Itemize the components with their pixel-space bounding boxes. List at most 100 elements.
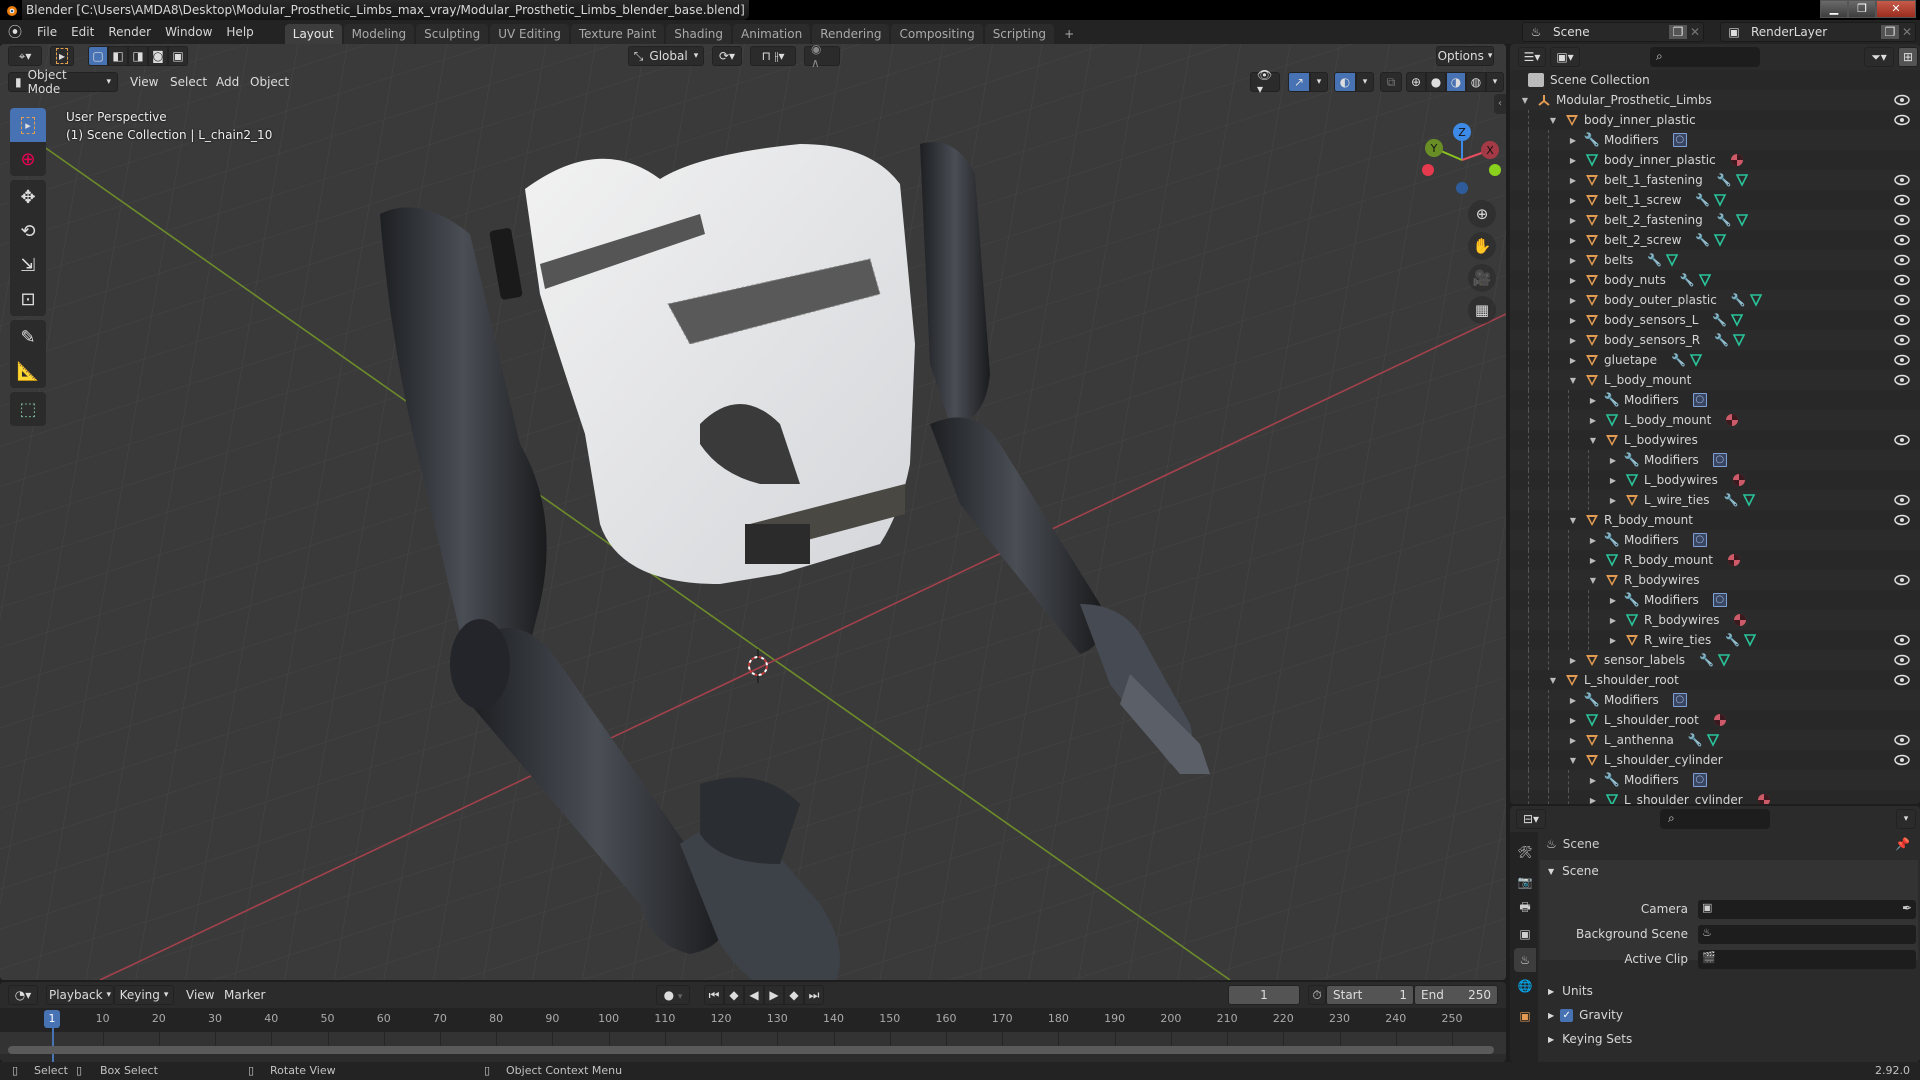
- outliner-row[interactable]: ▼ R_bodywires: [1510, 570, 1920, 590]
- active-tool-button[interactable]: ▸: [50, 46, 74, 66]
- visibility-eye-icon[interactable]: [1894, 253, 1910, 267]
- visibility-eye-icon[interactable]: [1894, 213, 1910, 227]
- outliner-row[interactable]: ▶ belt_1_fastening 🔧: [1510, 170, 1920, 190]
- menu-help[interactable]: Help: [219, 20, 260, 44]
- collapsed-arrow-icon[interactable]: ▶: [1568, 156, 1578, 165]
- outliner-row[interactable]: ▶ 🔧 Modifiers ○: [1510, 450, 1920, 470]
- outliner-row[interactable]: ▼ L_body_mount: [1510, 370, 1920, 390]
- expanded-arrow-icon[interactable]: ▼: [1568, 376, 1578, 385]
- outliner-row[interactable]: ▼ R_body_mount: [1510, 510, 1920, 530]
- tab-view-layer[interactable]: ▣: [1514, 922, 1536, 946]
- end-frame-field[interactable]: End 250: [1414, 985, 1498, 1005]
- pivot-point-dropdown[interactable]: ⟳▾: [712, 46, 742, 66]
- outliner-row[interactable]: ▶ R_body_mount: [1510, 550, 1920, 570]
- workspace-tab-shading[interactable]: Shading: [666, 24, 731, 44]
- outliner-row[interactable]: ▶ R_bodywires: [1510, 610, 1920, 630]
- eyedropper-icon[interactable]: ✒: [1902, 901, 1912, 915]
- xray-toggle[interactable]: ⧉: [1380, 72, 1402, 92]
- material-icon[interactable]: [1713, 713, 1727, 727]
- visibility-eye-icon[interactable]: [1894, 273, 1910, 287]
- modifier-wrench-icon[interactable]: 🔧: [1725, 633, 1740, 647]
- collapsed-arrow-icon[interactable]: ▶: [1568, 216, 1578, 225]
- mesh-data-icon[interactable]: [1706, 733, 1720, 747]
- modifier-wrench-icon[interactable]: 🔧: [1680, 273, 1695, 287]
- mesh-data-icon[interactable]: [1713, 233, 1727, 247]
- timeline-scrollbar[interactable]: [8, 1046, 1494, 1054]
- outliner-row[interactable]: ▼ L_shoulder_root: [1510, 670, 1920, 690]
- gizmo-neg-z-axis[interactable]: [1456, 182, 1468, 194]
- material-icon[interactable]: [1727, 553, 1741, 567]
- workspace-tab-modeling[interactable]: Modeling: [343, 24, 415, 44]
- outliner-row[interactable]: ▶ L_shoulder_cylinder: [1510, 790, 1920, 804]
- collapsed-arrow-icon[interactable]: ▶: [1588, 416, 1598, 425]
- collapsed-arrow-icon[interactable]: ▶: [1568, 716, 1578, 725]
- keying-sets-panel-header[interactable]: ▶ Keying Sets: [1540, 1028, 1918, 1050]
- copy-scene-icon[interactable]: ❐: [1669, 25, 1687, 39]
- outliner-scene-collection[interactable]: Scene Collection: [1510, 70, 1920, 90]
- filter-dropdown[interactable]: ⏷▾: [1864, 47, 1894, 67]
- modifier-wrench-icon[interactable]: 🔧: [1647, 253, 1662, 267]
- modifier-stack-icon[interactable]: ○: [1692, 533, 1707, 547]
- outliner-row[interactable]: ▶ body_sensors_R 🔧: [1510, 330, 1920, 350]
- outliner-row[interactable]: ▶ 🔧 Modifiers ○: [1510, 530, 1920, 550]
- visibility-eye-icon[interactable]: [1894, 673, 1910, 687]
- visibility-eye-icon[interactable]: [1894, 433, 1910, 447]
- collapsed-arrow-icon[interactable]: ▶: [1588, 556, 1598, 565]
- mesh-data-icon[interactable]: [1735, 173, 1749, 187]
- units-panel-header[interactable]: ▶ Units: [1540, 980, 1918, 1002]
- scene-panel-header[interactable]: ▼ Scene: [1540, 860, 1918, 882]
- mesh-data-icon[interactable]: [1749, 293, 1763, 307]
- tab-world[interactable]: 🌐: [1514, 974, 1536, 998]
- 3d-viewport[interactable]: ⌖▾ ▸ ▢ ◧ ◨ ◙ ▣ ⤡ Global ▾ ⟳▾ ⊓ ⫲▾ ◉ ∧ Op…: [0, 44, 1506, 980]
- zoom-button[interactable]: ⊕: [1468, 200, 1496, 228]
- select-extend-button[interactable]: ◧: [108, 46, 128, 66]
- tool-move[interactable]: ✥: [10, 180, 46, 214]
- sidebar-toggle[interactable]: ‹: [1494, 94, 1506, 114]
- outliner-row[interactable]: ▶ 🔧 Modifiers ○: [1510, 390, 1920, 410]
- workspace-tab-compositing[interactable]: Compositing: [891, 24, 983, 44]
- outliner-row[interactable]: ▼ L_shoulder_cylinder: [1510, 750, 1920, 770]
- visibility-eye-icon[interactable]: [1894, 333, 1910, 347]
- visibility-eye-icon[interactable]: [1894, 633, 1910, 647]
- collapsed-arrow-icon[interactable]: ▶: [1608, 496, 1618, 505]
- menu-render[interactable]: Render: [101, 20, 158, 44]
- next-keyframe-button[interactable]: ◆: [784, 985, 804, 1005]
- tool-annotate[interactable]: ✎: [10, 320, 46, 354]
- outliner-row[interactable]: ▶ body_outer_plastic 🔧: [1510, 290, 1920, 310]
- timeline-view-menu[interactable]: View: [180, 985, 220, 1005]
- modifier-wrench-icon[interactable]: 🔧: [1688, 733, 1703, 747]
- mesh-data-icon[interactable]: [1732, 333, 1746, 347]
- material-icon[interactable]: [1733, 613, 1747, 627]
- visibility-eye-icon[interactable]: [1894, 93, 1910, 107]
- outliner-row[interactable]: ▶ belt_2_fastening 🔧: [1510, 210, 1920, 230]
- select-new-button[interactable]: ▢: [88, 46, 108, 66]
- collapsed-arrow-icon[interactable]: ▶: [1608, 596, 1618, 605]
- gizmo-dropdown[interactable]: ▾: [1310, 72, 1328, 92]
- mesh-data-icon[interactable]: [1698, 273, 1712, 287]
- collapsed-arrow-icon[interactable]: ▶: [1588, 536, 1598, 545]
- outliner-editor-type-button[interactable]: ☰▾: [1518, 47, 1546, 67]
- modifier-stack-icon[interactable]: ○: [1672, 133, 1687, 147]
- outliner-row[interactable]: ▶ 🔧 Modifiers ○: [1510, 770, 1920, 790]
- collapsed-arrow-icon[interactable]: ▶: [1568, 236, 1578, 245]
- select-subtract-button[interactable]: ◨: [128, 46, 148, 66]
- tab-object[interactable]: ▣: [1514, 1004, 1536, 1028]
- collapsed-arrow-icon[interactable]: ▶: [1568, 176, 1578, 185]
- collapsed-arrow-icon[interactable]: ▶: [1568, 276, 1578, 285]
- gizmo-neg-y-axis[interactable]: [1489, 164, 1501, 176]
- outliner-row[interactable]: ▼ L_bodywires: [1510, 430, 1920, 450]
- visibility-eye-icon[interactable]: [1894, 113, 1910, 127]
- workspace-tab-scripting[interactable]: Scripting: [984, 24, 1055, 44]
- tool-transform[interactable]: ⊡: [10, 282, 46, 316]
- scene-selector[interactable]: ♨ Scene ❐ ✕: [1522, 22, 1704, 42]
- mesh-data-icon[interactable]: [1735, 213, 1749, 227]
- collapsed-arrow-icon[interactable]: ▶: [1568, 336, 1578, 345]
- material-preview-shading-button[interactable]: ◑: [1446, 72, 1466, 92]
- solid-shading-button[interactable]: ●: [1426, 72, 1446, 92]
- workspace-tab-animation[interactable]: Animation: [733, 24, 811, 44]
- modifier-wrench-icon[interactable]: 🔧: [1695, 233, 1710, 247]
- collapsed-arrow-icon[interactable]: ▶: [1608, 616, 1618, 625]
- material-icon[interactable]: [1732, 473, 1746, 487]
- add-workspace-button[interactable]: +: [1056, 24, 1082, 44]
- collapsed-arrow-icon[interactable]: ▶: [1568, 356, 1578, 365]
